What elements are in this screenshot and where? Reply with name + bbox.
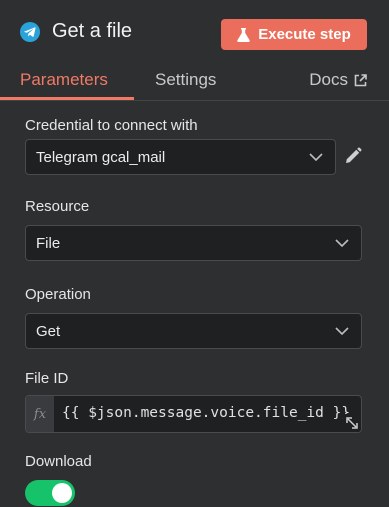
- tab-settings[interactable]: Settings: [155, 70, 216, 90]
- download-label: Download: [25, 453, 92, 470]
- flask-icon: [237, 27, 250, 42]
- toggle-knob: [52, 483, 72, 503]
- node-title: Get a file: [52, 20, 133, 42]
- file-id-value: {{ $json.message.voice.file_id }}: [62, 405, 351, 421]
- resource-label: Resource: [25, 198, 90, 215]
- resource-select[interactable]: File: [25, 225, 362, 261]
- download-toggle[interactable]: [25, 480, 75, 506]
- expand-icon[interactable]: [343, 414, 361, 432]
- execute-step-label: Execute step: [258, 26, 351, 43]
- credential-value: Telegram gcal_mail: [36, 148, 166, 166]
- active-tab-indicator: [0, 97, 134, 100]
- chevron-down-icon: [335, 327, 349, 336]
- file-id-expression-input[interactable]: fx {{ $json.message.voice.file_id }}: [25, 395, 362, 433]
- resource-value: File: [36, 234, 61, 252]
- credential-select[interactable]: Telegram gcal_mail: [25, 139, 336, 175]
- operation-select[interactable]: Get: [25, 313, 362, 349]
- telegram-icon: [20, 22, 40, 42]
- node-header: Get a file Execute step: [0, 0, 389, 66]
- tab-parameters[interactable]: Parameters: [20, 70, 108, 90]
- fx-badge: fx: [26, 396, 54, 432]
- execute-step-button[interactable]: Execute step: [221, 19, 367, 50]
- docs-link[interactable]: Docs: [309, 70, 367, 90]
- external-link-icon: [354, 73, 367, 86]
- chevron-down-icon: [309, 153, 323, 162]
- credential-label: Credential to connect with: [25, 117, 198, 134]
- operation-label: Operation: [25, 286, 91, 303]
- tab-bar: Parameters Settings Docs: [0, 66, 389, 101]
- operation-value: Get: [36, 322, 61, 340]
- docs-label: Docs: [309, 70, 348, 89]
- pencil-icon[interactable]: [344, 147, 362, 165]
- chevron-down-icon: [335, 239, 349, 248]
- file-id-label: File ID: [25, 370, 69, 387]
